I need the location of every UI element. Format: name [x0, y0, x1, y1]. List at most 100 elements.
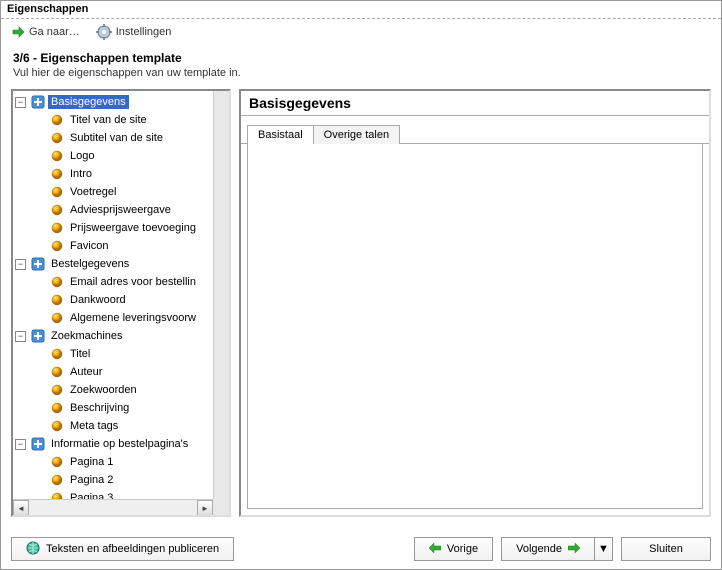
ball-icon	[50, 131, 64, 145]
ball-icon	[50, 113, 64, 127]
collapse-toggle[interactable]: −	[15, 97, 26, 108]
ball-icon	[50, 275, 64, 289]
toolbar: Ga naar… Instellingen	[1, 19, 721, 45]
ball-icon	[50, 347, 64, 361]
collapse-toggle[interactable]: −	[15, 259, 26, 270]
ball-icon	[50, 401, 64, 415]
tree-item[interactable]: Pagina 1	[33, 453, 227, 471]
tree-item[interactable]: Email adres voor bestellin	[33, 273, 227, 291]
next-dropdown-button[interactable]: ▼	[595, 537, 613, 561]
ball-icon	[50, 203, 64, 217]
tree-group-label: Zoekmachines	[48, 329, 126, 343]
tree-item-label: Titel van de site	[67, 113, 150, 127]
tree-item-label: Pagina 1	[67, 455, 116, 469]
ball-icon	[50, 419, 64, 433]
tree-item-label: Intro	[67, 167, 95, 181]
ball-icon	[50, 455, 64, 469]
tree-group[interactable]: −Informatie op bestelpagina's	[15, 435, 227, 453]
dialog-window: Eigenschappen Ga naar… Instellingen 3/6 …	[0, 0, 722, 570]
tree-item-label: Prijsweergave toevoeging	[67, 221, 199, 235]
collapse-toggle[interactable]: −	[15, 331, 26, 342]
tree-group[interactable]: −Basisgegevens	[15, 93, 227, 111]
tree-item[interactable]: Prijsweergave toevoeging	[33, 219, 227, 237]
globe-icon	[26, 541, 40, 558]
arrow-left-icon	[429, 543, 441, 556]
ball-icon	[50, 365, 64, 379]
go-to-button[interactable]: Ga naar…	[11, 25, 80, 39]
tree[interactable]: −Basisgegevens Titel van de site Subtitel …	[13, 91, 229, 515]
tree-item-label: Meta tags	[67, 419, 121, 433]
tree-item-label: Algemene leveringsvoorw	[67, 311, 199, 325]
window-title: Eigenschappen	[7, 3, 88, 15]
tree-item[interactable]: Titel van de site	[33, 111, 227, 129]
next-button-split: Volgende ▼	[501, 537, 613, 561]
tree-item[interactable]: Pagina 2	[33, 471, 227, 489]
tree-item-label: Zoekwoorden	[67, 383, 140, 397]
ball-icon	[50, 185, 64, 199]
tree-item[interactable]: Favicon	[33, 237, 227, 255]
ball-icon	[50, 149, 64, 163]
collapse-toggle[interactable]: −	[15, 439, 26, 450]
page-heading: 3/6 - Eigenschappen template	[1, 45, 721, 67]
tree-item-label: Logo	[67, 149, 97, 163]
next-button[interactable]: Volgende	[501, 537, 595, 561]
chevron-down-icon: ▼	[598, 543, 609, 555]
publish-label: Teksten en afbeeldingen publiceren	[46, 543, 219, 555]
page-subheading: Vul hier de eigenschappen van uw templat…	[1, 67, 721, 89]
scrollbar-horizontal[interactable]: ◄ ►	[13, 499, 213, 515]
scroll-left-button[interactable]: ◄	[13, 500, 29, 516]
tree-item[interactable]: Voetregel	[33, 183, 227, 201]
close-button[interactable]: Sluiten	[621, 537, 711, 561]
tab-overige-talen[interactable]: Overige talen	[313, 125, 400, 144]
tab-label: Basistaal	[258, 129, 303, 141]
arrow-right-icon	[11, 25, 25, 39]
scroll-corner	[213, 499, 229, 515]
tree-item[interactable]: Beschrijving	[33, 399, 227, 417]
ball-icon	[50, 311, 64, 325]
tree-group[interactable]: − Zoekmachines	[15, 327, 227, 345]
tree-item-label: Favicon	[67, 239, 112, 253]
tree-item[interactable]: Titel	[33, 345, 227, 363]
tree-item[interactable]: Meta tags	[33, 417, 227, 435]
arrow-right-icon	[568, 543, 580, 556]
next-label: Volgende	[516, 543, 562, 555]
tree-item[interactable]: Algemene leveringsvoorw	[33, 309, 227, 327]
settings-button[interactable]: Instellingen	[96, 24, 172, 40]
tab-basistaal[interactable]: Basistaal	[247, 125, 314, 144]
tree-item[interactable]: Intro	[33, 165, 227, 183]
tree-group-label: Bestelgegevens	[48, 257, 132, 271]
prev-label: Vorige	[447, 543, 478, 555]
plus-icon	[31, 257, 45, 271]
tree-item-label: Dankwoord	[67, 293, 129, 307]
scrollbar-vertical[interactable]	[213, 91, 229, 499]
title-bar: Eigenschappen	[1, 1, 721, 19]
tree-item-label: Auteur	[67, 365, 105, 379]
panel-title: Basisgegevens	[241, 91, 709, 116]
scroll-track-h[interactable]	[29, 500, 197, 515]
gear-icon	[96, 24, 112, 40]
publish-button[interactable]: Teksten en afbeeldingen publiceren	[11, 537, 234, 561]
tree-item[interactable]: Dankwoord	[33, 291, 227, 309]
tree-group[interactable]: − Bestelgegevens	[15, 255, 227, 273]
tree-item-label: Beschrijving	[67, 401, 132, 415]
plus-icon	[31, 95, 45, 109]
tree-item-label: Adviesprijsweergave	[67, 203, 174, 217]
tree-item[interactable]: Auteur	[33, 363, 227, 381]
ball-icon	[50, 239, 64, 253]
tree-panel: −Basisgegevens Titel van de site Subtitel …	[11, 89, 231, 517]
ball-icon	[50, 293, 64, 307]
nav-buttons: Vorige Volgende ▼ Sluiten	[414, 537, 711, 561]
plus-icon	[31, 329, 45, 343]
go-to-label: Ga naar…	[29, 26, 80, 38]
tree-item[interactable]: Zoekwoorden	[33, 381, 227, 399]
footer: Teksten en afbeeldingen publiceren Vorig…	[11, 537, 711, 561]
tree-item-label: Subtitel van de site	[67, 131, 166, 145]
tree-item[interactable]: Subtitel van de site	[33, 129, 227, 147]
prev-button[interactable]: Vorige	[414, 537, 493, 561]
scroll-right-button[interactable]: ►	[197, 500, 213, 516]
ball-icon	[50, 473, 64, 487]
tree-item[interactable]: Adviesprijsweergave	[33, 201, 227, 219]
ball-icon	[50, 221, 64, 235]
tree-item[interactable]: Logo	[33, 147, 227, 165]
close-label: Sluiten	[649, 543, 683, 555]
